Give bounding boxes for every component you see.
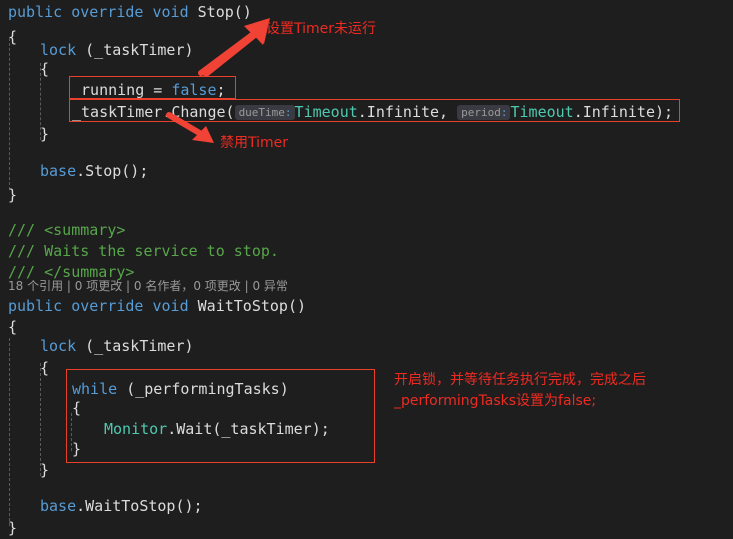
keyword-void: void [152, 3, 189, 21]
doc-comment-text: /// Waits the service to stop. [8, 242, 279, 260]
code-line[interactable]: base.Stop(); [40, 159, 148, 184]
method-call-waittostop: .WaitToStop(); [76, 497, 203, 515]
method-call-wait: .Wait(_taskTimer); [167, 420, 330, 438]
code-line[interactable]: public override void Stop() [8, 0, 252, 25]
keyword-public: public [8, 297, 63, 315]
method-call-stop: .Stop(); [76, 162, 149, 180]
code-editor-screenshot: public override void Stop() { lock (_tas… [0, 0, 733, 539]
code-line[interactable]: } [40, 122, 49, 147]
close-brace: } [72, 440, 82, 458]
open-brace: { [40, 359, 50, 377]
code-lines: public override void Stop() { lock (_tas… [0, 0, 733, 539]
code-line[interactable]: { [72, 396, 81, 421]
while-condition: (_performingTasks) [126, 380, 289, 398]
code-line[interactable]: } [40, 458, 49, 483]
lock-argument: (_taskTimer) [85, 41, 194, 59]
member-infinite: .Infinite, [357, 103, 458, 121]
code-line[interactable]: while (_performingTasks) [72, 377, 289, 402]
code-line[interactable]: lock (_taskTimer) [40, 334, 194, 359]
keyword-override: override [71, 297, 144, 315]
keyword-void: void [152, 297, 189, 315]
code-line[interactable]: } [72, 437, 81, 462]
keyword-base: base [40, 162, 77, 180]
code-line[interactable]: { [40, 356, 49, 381]
member-infinite: .Infinite); [573, 103, 674, 121]
annotation-lock-wait-line1: 开启锁，并等待任务执行完成，完成之后 [394, 372, 646, 388]
method-name-waittostop: WaitToStop() [197, 297, 307, 315]
code-line[interactable]: { [8, 25, 17, 50]
code-line[interactable]: public override void WaitToStop() [8, 294, 306, 319]
close-brace: } [8, 519, 18, 537]
keyword-override: override [71, 3, 144, 21]
code-line[interactable]: Monitor.Wait(_taskTimer); [104, 417, 330, 442]
close-brace: } [8, 186, 18, 204]
close-brace: } [40, 125, 50, 143]
code-line[interactable]: { [40, 57, 49, 82]
inlay-hint-period-label: period [461, 106, 501, 119]
method-name-stop: Stop() [197, 3, 252, 21]
keyword-base: base [40, 497, 77, 515]
assignment-target: _running = [72, 81, 172, 99]
keyword-public: public [8, 3, 63, 21]
colon: : [500, 106, 508, 119]
type-timeout: Timeout [510, 103, 574, 121]
lock-argument: (_taskTimer) [85, 337, 194, 355]
annotation-disable-timer: 禁用Timer [220, 135, 289, 151]
annotation-lock-wait-line2: _performingTasks设置为false; [394, 393, 597, 409]
type-monitor: Monitor [104, 420, 168, 438]
inlay-hint-duetime-label: dueTime [238, 106, 285, 119]
code-line[interactable]: base.WaitToStop(); [40, 494, 203, 519]
code-line[interactable]: _taskTimer.Change(dueTime: Timeout.Infini… [72, 100, 673, 125]
colon: : [284, 106, 292, 119]
inlay-hint-period: period: [457, 105, 511, 120]
open-brace: { [40, 60, 50, 78]
semicolon: ; [216, 81, 226, 99]
literal-false: false [171, 81, 217, 99]
open-brace: { [72, 399, 82, 417]
open-brace: { [8, 28, 18, 46]
type-timeout: Timeout [294, 103, 358, 121]
inlay-hint-duetime: dueTime: [234, 105, 295, 120]
code-line[interactable]: { [8, 315, 17, 340]
keyword-lock: lock [40, 337, 77, 355]
method-call-change: _taskTimer.Change( [72, 103, 235, 121]
open-brace: { [8, 318, 18, 336]
close-brace: } [40, 461, 50, 479]
annotation-set-timer-not-running: 设置Timer未运行 [266, 21, 377, 37]
code-line[interactable]: lock (_taskTimer) [40, 38, 194, 63]
doc-comment-summary-open: /// <summary> [8, 221, 126, 239]
code-line[interactable]: } [8, 183, 17, 208]
code-line[interactable]: } [8, 516, 17, 539]
